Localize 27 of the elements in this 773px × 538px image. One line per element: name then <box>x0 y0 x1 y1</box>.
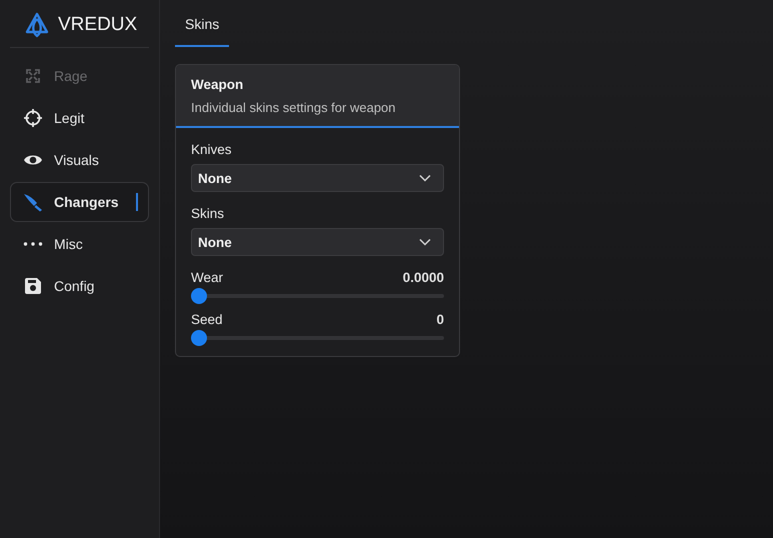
logo-icon <box>24 12 50 38</box>
field-label: Skins <box>191 206 226 221</box>
arrows-icon <box>23 66 43 86</box>
chevron-icon <box>419 238 431 246</box>
nav-item[interactable]: Visuals <box>10 140 149 180</box>
brand-name: VREDUX <box>58 14 138 36</box>
dropdown[interactable]: None <box>191 228 444 256</box>
knife-icon <box>23 192 43 212</box>
panel-subtitle: Individual skins settings for weapon <box>191 100 397 115</box>
slider-value: 0.0000 <box>402 270 444 285</box>
nav-item[interactable]: Changers <box>10 182 149 222</box>
slider-value: 0 <box>436 312 444 327</box>
dropdown[interactable]: None <box>191 164 444 192</box>
crosshair-icon <box>23 108 43 128</box>
nav-item[interactable]: Legit <box>10 98 149 138</box>
panel-title: Weapon <box>191 77 244 92</box>
slider-thumb[interactable] <box>191 288 207 304</box>
slider-label: Seed <box>191 312 223 327</box>
tab[interactable]: Skins <box>175 0 230 47</box>
slider-label: Wear <box>191 270 224 285</box>
nav-item[interactable]: Config <box>10 266 149 306</box>
more-icon <box>23 242 43 246</box>
field-label: Knives <box>191 142 233 157</box>
nav-item[interactable]: Misc <box>10 224 149 264</box>
save-icon <box>23 276 43 296</box>
chevron-icon <box>419 174 431 182</box>
slider-thumb[interactable] <box>191 330 207 346</box>
